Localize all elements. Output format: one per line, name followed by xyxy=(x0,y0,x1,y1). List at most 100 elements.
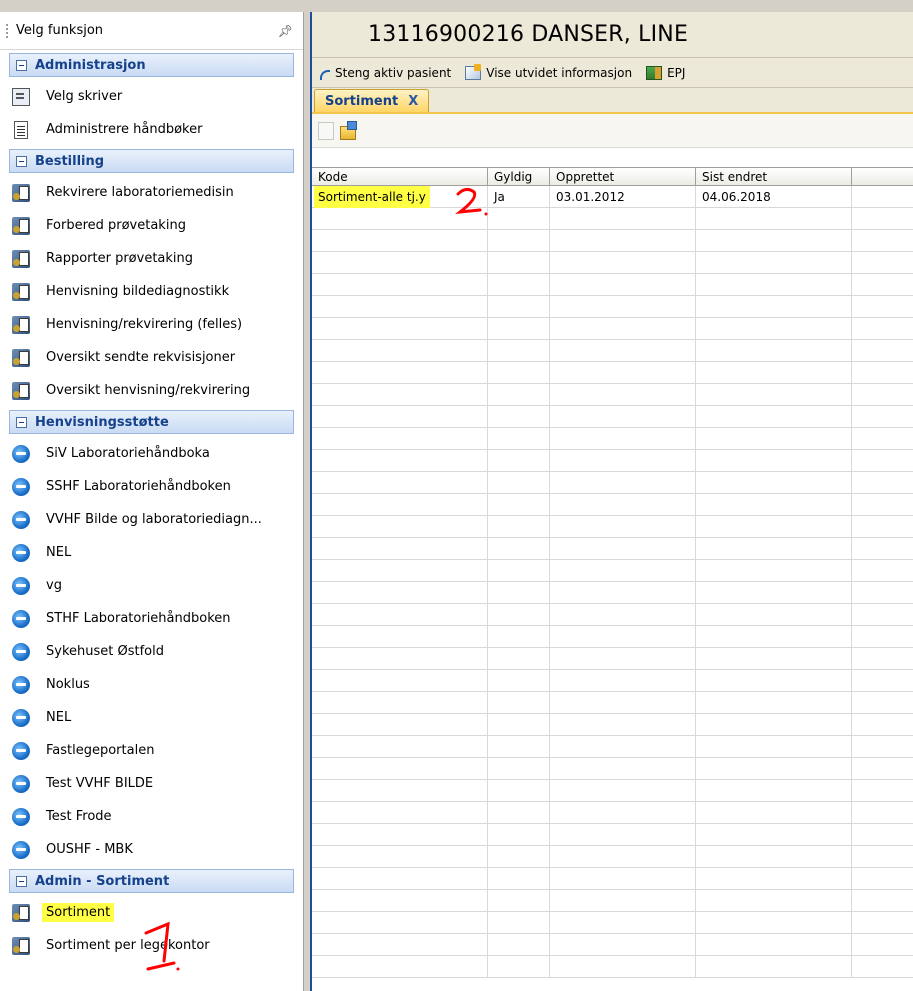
empty-cell xyxy=(696,824,852,845)
column-header-gyldig[interactable]: Gyldig xyxy=(488,168,550,185)
sidebar-item[interactable]: OUSHF - MBK xyxy=(0,833,303,866)
collapse-icon[interactable] xyxy=(16,59,27,71)
empty-cell xyxy=(312,868,488,889)
empty-cell xyxy=(696,318,852,339)
empty-cell xyxy=(852,494,913,515)
sidebar-item-label: Fastlegeportalen xyxy=(46,743,155,758)
close-patient-button[interactable]: Steng aktiv pasient xyxy=(320,66,451,80)
table-row xyxy=(312,384,913,406)
application-icon xyxy=(12,903,30,922)
sidebar-item[interactable]: Henvisning/rekvirering (felles) xyxy=(0,308,303,341)
annotation-marker-1-text: 1 xyxy=(138,921,146,925)
sidebar-item[interactable]: Rapporter prøvetaking xyxy=(0,242,303,275)
group-label: Bestilling xyxy=(35,153,105,169)
empty-cell xyxy=(550,208,696,229)
empty-cell xyxy=(696,472,852,493)
panel-grip[interactable] xyxy=(6,23,10,38)
sidebar-item[interactable]: NEL xyxy=(0,701,303,734)
table-row xyxy=(312,934,913,956)
sidebar-item-label: Henvisning bildediagnostikk xyxy=(46,284,230,299)
application-icon xyxy=(12,183,30,202)
group-header[interactable]: Admin - Sortiment xyxy=(9,869,294,893)
internet-explorer-icon xyxy=(12,510,30,529)
table-row xyxy=(312,406,913,428)
epj-button[interactable]: EPJ xyxy=(646,65,685,80)
sidebar-item[interactable]: SSHF Laboratoriehåndboken xyxy=(0,470,303,503)
table-row xyxy=(312,648,913,670)
pin-icon[interactable]: 📌︎ xyxy=(278,24,293,38)
empty-cell xyxy=(852,692,913,713)
empty-cell xyxy=(488,472,550,493)
sidebar-item-label: Oversikt sendte rekvisisjoner xyxy=(46,350,236,365)
column-header-sist-endret[interactable]: Sist endret xyxy=(696,168,852,185)
sidebar-item[interactable]: Forbered prøvetaking xyxy=(0,209,303,242)
internet-explorer-icon xyxy=(12,840,30,859)
empty-cell xyxy=(312,274,488,295)
sidebar-item[interactable]: Oversikt sendte rekvisisjoner xyxy=(0,341,303,374)
empty-cell xyxy=(312,934,488,955)
empty-cell xyxy=(488,890,550,911)
cell-kode-text: Sortiment-alle tj.y xyxy=(314,185,430,208)
empty-cell xyxy=(488,582,550,603)
sidebar-item[interactable]: NEL xyxy=(0,536,303,569)
extended-info-button[interactable]: Vise utvidet informasjon xyxy=(465,63,632,80)
empty-cell xyxy=(488,450,550,471)
sidebar-item[interactable]: Oversikt henvisning/rekvirering xyxy=(0,374,303,407)
collapse-icon[interactable] xyxy=(16,155,27,167)
panel-splitter[interactable] xyxy=(303,12,312,991)
sidebar-item[interactable]: VVHF Bilde og laboratoriediagn... xyxy=(0,503,303,536)
empty-cell xyxy=(550,758,696,779)
cell-opprettet[interactable]: 03.01.2012 xyxy=(550,186,696,207)
sidebar-item[interactable]: Test Frode xyxy=(0,800,303,833)
sidebar-item[interactable]: Administrere håndbøker xyxy=(0,113,303,146)
sidebar-item[interactable]: Fastlegeportalen xyxy=(0,734,303,767)
application-icon xyxy=(12,282,30,301)
tab-sortiment[interactable]: Sortiment X xyxy=(314,89,430,112)
empty-cell xyxy=(696,252,852,273)
empty-cell xyxy=(852,868,913,889)
sidebar-item[interactable]: Test VVHF BILDE xyxy=(0,767,303,800)
sidebar-item[interactable]: Noklus xyxy=(0,668,303,701)
patient-title: 13116900216 DANSER, LINE xyxy=(368,22,689,47)
sidebar-item-label: Oversikt henvisning/rekvirering xyxy=(46,383,251,398)
cell-gyldig[interactable]: Ja xyxy=(488,186,550,207)
table-row xyxy=(312,780,913,802)
close-tab-icon[interactable]: X xyxy=(408,94,418,109)
sidebar-item[interactable]: Velg skriver xyxy=(0,80,303,113)
empty-cell xyxy=(550,824,696,845)
empty-cell xyxy=(550,780,696,801)
collapse-icon[interactable] xyxy=(16,416,27,428)
empty-cell xyxy=(550,274,696,295)
empty-cell xyxy=(550,868,696,889)
group-header[interactable]: Bestilling xyxy=(9,149,294,173)
empty-cell xyxy=(696,340,852,361)
empty-cell xyxy=(696,494,852,515)
sidebar-item[interactable]: STHF Laboratoriehåndboken xyxy=(0,602,303,635)
sidebar-item[interactable]: SiV Laboratoriehåndboka xyxy=(0,437,303,470)
empty-cell xyxy=(312,252,488,273)
empty-cell xyxy=(696,384,852,405)
empty-cell xyxy=(312,362,488,383)
group-header[interactable]: Administrasjon xyxy=(9,53,294,77)
sidebar-item[interactable]: Rekvirere laboratoriemedisin xyxy=(0,176,303,209)
empty-cell xyxy=(696,428,852,449)
empty-cell xyxy=(550,956,696,977)
empty-cell xyxy=(696,362,852,383)
group-header[interactable]: Henvisningsstøtte xyxy=(9,410,294,434)
cell-sist-endret[interactable]: 04.06.2018 xyxy=(696,186,852,207)
empty-cell xyxy=(852,538,913,559)
column-header-kode[interactable]: Kode xyxy=(312,168,488,185)
column-header-opprettet[interactable]: Opprettet xyxy=(550,168,696,185)
new-document-icon[interactable] xyxy=(318,121,334,140)
sidebar-item[interactable]: vg xyxy=(0,569,303,602)
empty-cell xyxy=(488,274,550,295)
open-folder-icon[interactable] xyxy=(340,120,357,140)
empty-cell xyxy=(696,846,852,867)
sidebar-item[interactable]: Henvisning bildediagnostikk xyxy=(0,275,303,308)
collapse-icon[interactable] xyxy=(16,875,27,887)
empty-cell xyxy=(852,450,913,471)
table-row[interactable]: Sortiment-alle tj.y Ja 03.01.2012 04.06.… xyxy=(312,185,913,208)
empty-cell xyxy=(488,494,550,515)
empty-cell xyxy=(488,406,550,427)
sidebar-item[interactable]: Sykehuset Østfold xyxy=(0,635,303,668)
